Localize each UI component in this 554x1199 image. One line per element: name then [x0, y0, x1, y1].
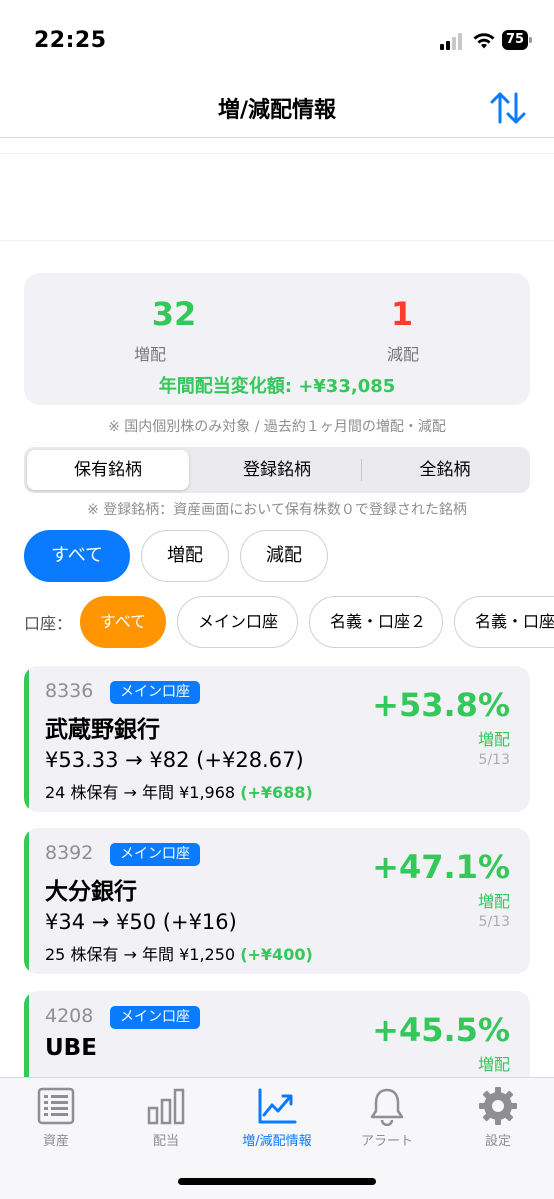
decrease-label: 減配	[386, 345, 419, 364]
tab-settings[interactable]: 設定	[443, 1078, 553, 1168]
change-percent: +47.1%	[372, 848, 510, 886]
dividend-change: ¥53.33 → ¥82 (+¥28.67)	[45, 748, 304, 772]
stock-name: UBE	[45, 1035, 97, 1061]
stock-card[interactable]: 8336 メイン口座 武蔵野銀行 ¥53.33 → ¥82 (+¥28.67) …	[24, 666, 530, 812]
wifi-icon	[473, 33, 495, 49]
stock-card[interactable]: 4208 メイン口座 UBE +45.5% 増配	[24, 991, 530, 1077]
account-filter-name2[interactable]: 名義・口座２	[309, 596, 443, 648]
holding-gain: (+¥688)	[240, 783, 313, 802]
page-title: 増/減配情報	[217, 98, 337, 123]
stock-code: 4208	[45, 1005, 94, 1027]
account-badge: メイン口座	[110, 1006, 200, 1029]
stock-card[interactable]: 8392 メイン口座 大分銀行 ¥34 → ¥50 (+¥16) 25 株保有 …	[24, 828, 530, 974]
account-filter-main[interactable]: メイン口座	[177, 596, 298, 648]
summary-card: 32 増配 1 減配 年間配当変化額: +¥33,085	[24, 273, 530, 405]
tab-label: アラート	[360, 1134, 413, 1149]
stock-code: 8336	[45, 680, 94, 702]
announce-date: 5/13	[478, 914, 510, 930]
change-percent: +53.8%	[372, 686, 510, 724]
change-type: 増配	[477, 892, 510, 911]
announce-date: 5/13	[478, 752, 510, 768]
gear-icon	[479, 1087, 517, 1125]
segment-registered[interactable]: 登録銘柄	[196, 450, 358, 490]
status-time: 22:25	[34, 28, 107, 53]
bar-chart-icon	[147, 1088, 185, 1125]
holding-summary: 25 株保有 → 年間 ¥1,250 (+¥400)	[45, 945, 313, 964]
tab-label: 配当	[152, 1134, 179, 1149]
tab-label: 増/減配情報	[242, 1134, 312, 1149]
account-label: 口座：	[24, 614, 73, 633]
filter-increase[interactable]: 増配	[141, 530, 229, 582]
change-type: 増配	[477, 730, 510, 749]
dividend-change: ¥34 → ¥50 (+¥16)	[45, 910, 237, 934]
holding-gain: (+¥400)	[240, 945, 313, 964]
account-filter-name3[interactable]: 名義・口座	[454, 596, 554, 648]
home-indicator	[178, 1178, 376, 1185]
holding-segmented-control: 保有銘柄 登録銘柄 全銘柄	[24, 447, 530, 493]
change-type: 増配	[477, 1055, 510, 1074]
increase-indicator-bar	[24, 828, 29, 974]
battery-level: 75	[502, 30, 528, 50]
stock-name: 大分銀行	[45, 879, 137, 905]
cellular-signal-icon	[440, 32, 466, 50]
sort-arrows-icon	[490, 92, 526, 124]
tab-label: 設定	[484, 1134, 511, 1149]
tab-dividend-changes[interactable]: 増/減配情報	[222, 1078, 332, 1168]
increase-label: 増配	[133, 345, 166, 364]
nav-header: 増/減配情報	[0, 80, 554, 138]
segment-held[interactable]: 保有銘柄	[27, 450, 189, 490]
battery-icon: 75	[502, 30, 532, 50]
account-filter-all[interactable]: すべて	[80, 596, 166, 648]
annual-change: 年間配当変化額: +¥33,085	[158, 376, 396, 397]
trend-chart-icon	[258, 1088, 297, 1124]
tab-dividends[interactable]: 配当	[111, 1078, 221, 1168]
stock-name: 武蔵野銀行	[45, 717, 160, 743]
increase-indicator-bar	[24, 666, 29, 812]
filter-decrease[interactable]: 減配	[240, 530, 328, 582]
banner-area	[0, 153, 554, 241]
tab-assets[interactable]: 資産	[1, 1078, 111, 1168]
stock-code: 8392	[45, 842, 94, 864]
segment-all[interactable]: 全銘柄	[364, 450, 526, 490]
increase-count: 32	[151, 295, 197, 333]
decrease-count: 1	[390, 295, 414, 333]
change-percent: +45.5%	[372, 1011, 510, 1049]
registered-note: ※ 登録銘柄：資産画面において保有株数０で登録された銘柄	[87, 502, 467, 518]
filter-all[interactable]: すべて	[24, 530, 130, 582]
status-bar: 22:25 75	[0, 0, 554, 80]
tab-alerts[interactable]: アラート	[332, 1078, 442, 1168]
sort-button[interactable]	[486, 88, 530, 128]
bell-icon	[370, 1088, 404, 1126]
account-badge: メイン口座	[110, 843, 200, 866]
increase-indicator-bar	[24, 991, 29, 1077]
holding-summary: 24 株保有 → 年間 ¥1,968 (+¥688)	[45, 783, 313, 802]
tab-label: 資産	[42, 1134, 69, 1149]
scope-note: ※ 国内個別株のみ対象 / 過去約１ヶ月間の増配・減配	[108, 419, 446, 435]
list-icon	[37, 1087, 75, 1125]
account-badge: メイン口座	[110, 681, 200, 704]
